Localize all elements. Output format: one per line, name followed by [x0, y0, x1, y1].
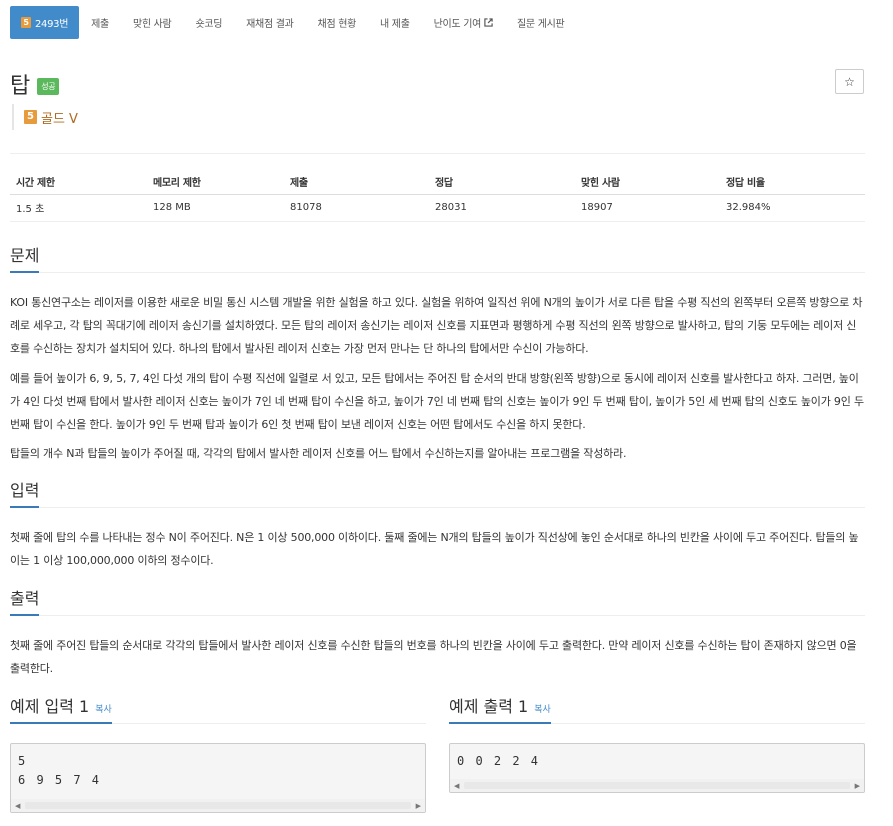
external-link-icon	[484, 18, 493, 27]
header-accepted: 정답	[429, 170, 575, 195]
scrollbar-thumb[interactable]	[464, 782, 850, 789]
scroll-right-icon[interactable]: ▶	[855, 782, 860, 790]
table-row: 1.5 초 128 MB 81078 28031 18907 32.984%	[10, 194, 865, 222]
problem-title-row: 탑 성공	[10, 68, 60, 100]
section-description-title: 문제	[10, 245, 40, 273]
tab-problem-label: 2493번	[35, 19, 69, 30]
scroll-right-icon[interactable]: ▶	[416, 802, 421, 810]
problem-tier[interactable]: 5 골드 V	[12, 104, 78, 130]
section-output-header: 출력	[10, 588, 865, 616]
sample-input-box[interactable]: 5 6 9 5 7 4 ◀ ▶	[10, 743, 426, 813]
scrollbar-thumb[interactable]	[25, 802, 411, 809]
accept-ratio-value: 32.984%	[720, 194, 865, 222]
sample-output-scrollbar[interactable]: ◀ ▶	[450, 779, 864, 792]
sample-input-header: 예제 입력 1 복사	[10, 696, 426, 724]
sample-output-title-wrap: 예제 출력 1 복사	[449, 696, 551, 724]
tab-qna-board[interactable]: 질문 게시판	[505, 6, 576, 39]
submissions-value: 81078	[284, 194, 429, 222]
status-badge: 성공	[37, 77, 60, 95]
sample-output-content: 0 0 2 2 4	[457, 754, 541, 768]
section-input-title: 입력	[10, 480, 40, 508]
copy-sample-input-button[interactable]: 복사	[95, 705, 112, 715]
sample-input-title: 예제 입력 1	[10, 697, 90, 716]
solved-users-value: 18907	[575, 194, 720, 222]
description-paragraph-2: 예를 들어 높이가 6, 9, 5, 7, 4인 다섯 개의 탑이 수평 직선에…	[10, 372, 864, 431]
tab-submit[interactable]: 제출	[79, 6, 121, 39]
tier-icon: 5	[24, 110, 37, 124]
table-header-row: 시간 제한 메모리 제한 제출 정답 맞힌 사람 정답 비율	[10, 170, 865, 195]
divider	[10, 153, 865, 154]
tab-rejudge-result[interactable]: 재채점 결과	[234, 6, 305, 39]
tier-icon: 5	[21, 17, 31, 28]
output-description: 첫째 줄에 주어진 탑들의 순서대로 각각의 탑들에서 발사한 레이저 신호를 …	[10, 639, 857, 675]
sample-output-title: 예제 출력 1	[449, 697, 529, 716]
section-output-title: 출력	[10, 588, 40, 616]
problem-info-table: 시간 제한 메모리 제한 제출 정답 맞힌 사람 정답 비율 1.5 초 128…	[10, 170, 865, 222]
sample-output-box[interactable]: 0 0 2 2 4 ◀ ▶	[449, 743, 865, 793]
tier-name: 골드 V	[41, 111, 78, 127]
copy-sample-output-button[interactable]: 복사	[534, 705, 551, 715]
input-description: 첫째 줄에 탑의 수를 나타내는 정수 N이 주어진다. N은 1 이상 500…	[10, 531, 859, 567]
tab-problem[interactable]: 5 2493번	[10, 6, 80, 39]
tab-difficulty-contribute-label: 난이도 기여	[433, 19, 482, 30]
header-memory-limit: 메모리 제한	[147, 170, 284, 195]
sample-input-content: 5 6 9 5 7 4	[18, 754, 102, 787]
header-submissions: 제출	[284, 170, 429, 195]
memory-limit-value: 128 MB	[147, 194, 284, 222]
sample-input-scrollbar[interactable]: ◀ ▶	[11, 799, 425, 812]
description-paragraph-1: KOI 통신연구소는 레이저를 이용한 새로운 비밀 통신 시스템 개발을 위한…	[10, 296, 863, 355]
tab-difficulty-contribute[interactable]: 난이도 기여	[422, 6, 505, 39]
problem-menu-tabs: 5 2493번 제출 맞힌 사람 숏코딩 재채점 결과 채점 현황 내 제출 난…	[10, 6, 865, 39]
sample-output-header: 예제 출력 1 복사	[449, 696, 865, 724]
header-solved-users: 맞힌 사람	[575, 170, 720, 195]
time-limit-value: 1.5 초	[10, 194, 147, 222]
star-button[interactable]: ☆	[835, 69, 864, 94]
section-input-header: 입력	[10, 480, 865, 508]
page-title: 탑	[10, 74, 31, 99]
scroll-left-icon[interactable]: ◀	[15, 802, 20, 810]
description-paragraph-3: 탑들의 개수 N과 탑들의 높이가 주어질 때, 각각의 탑에서 발사한 레이저…	[10, 447, 627, 460]
section-description-header: 문제	[10, 245, 865, 273]
tab-my-submissions[interactable]: 내 제출	[368, 6, 422, 39]
tab-shortest-code[interactable]: 숏코딩	[183, 6, 234, 39]
scroll-left-icon[interactable]: ◀	[454, 782, 459, 790]
sample-input-title-wrap: 예제 입력 1 복사	[10, 696, 112, 724]
accepted-value: 28031	[429, 194, 575, 222]
header-time-limit: 시간 제한	[10, 170, 147, 195]
header-accept-ratio: 정답 비율	[720, 170, 865, 195]
tab-rejudge-status[interactable]: 채점 현황	[306, 6, 368, 39]
star-icon: ☆	[844, 74, 855, 89]
tab-solved-users[interactable]: 맞힌 사람	[121, 6, 183, 39]
